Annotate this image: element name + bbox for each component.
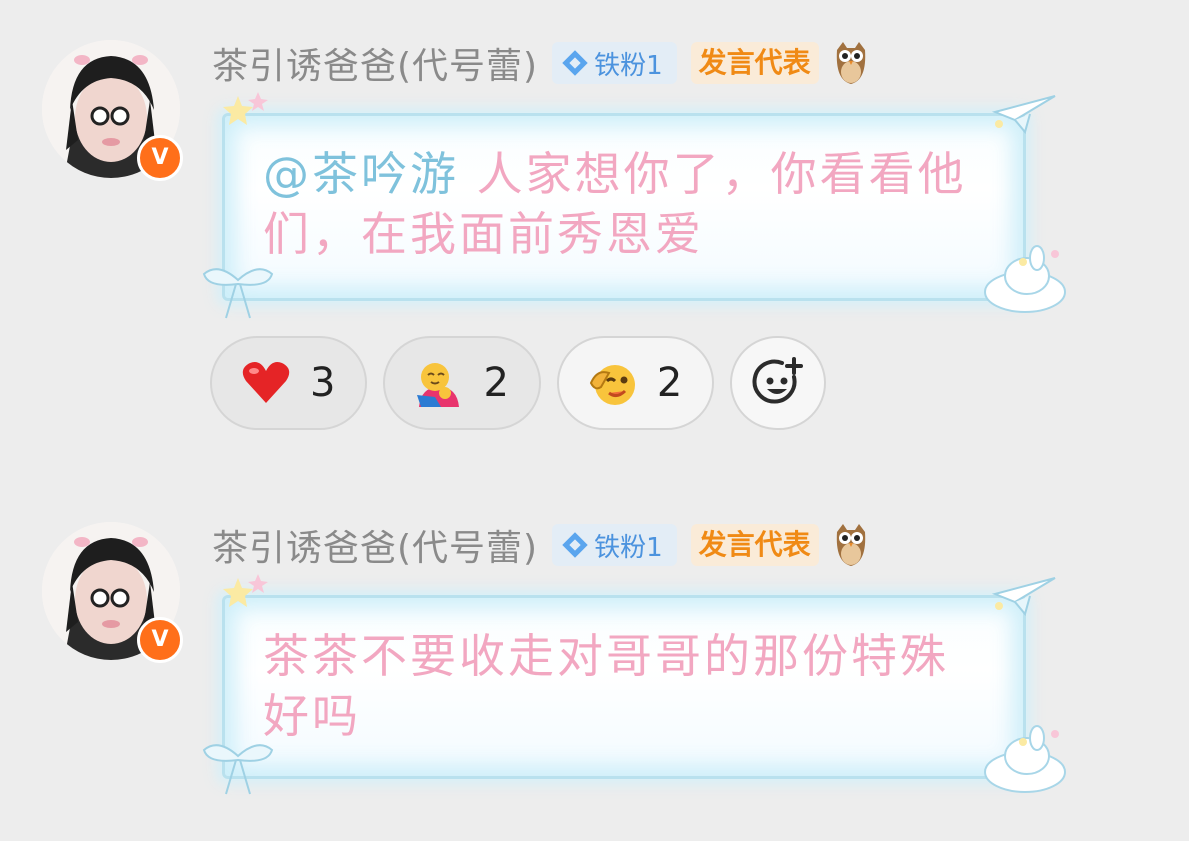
owl-icon — [836, 524, 865, 566]
paper-plane-decoration-icon — [991, 95, 1056, 135]
message-bubble[interactable]: @茶吟游 人家想你了，你看看他们，在我面前秀恩爱 — [222, 113, 1026, 301]
diamond-icon — [562, 532, 588, 558]
fan-level-badge[interactable]: 铁粉1 — [552, 42, 677, 84]
hug-emoji-icon — [417, 363, 460, 407]
reaction-count: 2 — [656, 360, 683, 406]
reaction-hug[interactable]: 2 — [383, 336, 541, 430]
verified-badge-icon: V — [137, 135, 183, 181]
owl-icon — [836, 42, 865, 84]
message-bubble[interactable]: 茶茶不要收走对哥哥的那份特殊好吗 — [222, 595, 1026, 779]
add-reaction-button[interactable] — [730, 336, 827, 430]
message-text: @茶吟游 人家想你了，你看看他们，在我面前秀恩爱 — [225, 116, 1023, 290]
avatar[interactable]: V — [42, 40, 183, 181]
heart-emoji-icon — [242, 362, 290, 403]
username[interactable]: 茶引诱爸爸(代号蕾) — [212, 519, 538, 571]
verified-badge-icon: V — [137, 617, 183, 663]
mention-link[interactable]: @茶吟游 — [263, 147, 459, 201]
role-badge[interactable]: 发言代表 — [690, 42, 819, 84]
add-emoji-icon — [752, 357, 804, 404]
star-decoration-icon — [223, 92, 268, 125]
fan-level-badge[interactable]: 铁粉1 — [552, 524, 677, 566]
username[interactable]: 茶引诱爸爸(代号蕾) — [212, 37, 538, 89]
reaction-salute[interactable]: 2 — [556, 336, 715, 430]
paper-plane-decoration-icon — [991, 577, 1056, 617]
ribbon-decoration-icon — [202, 744, 274, 795]
fan-badge-label: 铁粉1 — [594, 532, 663, 563]
reaction-count: 2 — [483, 360, 509, 406]
reaction-heart[interactable]: 3 — [210, 336, 368, 430]
role-badge[interactable]: 发言代表 — [690, 524, 819, 566]
message-text: 茶茶不要收走对哥哥的那份特殊好吗 — [263, 629, 949, 743]
fan-badge-label: 铁粉1 — [594, 50, 663, 81]
salute-wink-emoji-icon — [589, 365, 635, 405]
cloud-bunny-decoration-icon — [984, 245, 1066, 313]
reaction-bar: 3 2 2 — [210, 336, 827, 430]
avatar[interactable]: V — [42, 522, 183, 663]
message-header: 茶引诱爸爸(代号蕾) 铁粉1 发言代表 — [212, 37, 869, 89]
cloud-bunny-decoration-icon — [984, 725, 1066, 793]
ribbon-decoration-icon — [202, 268, 274, 319]
diamond-icon — [562, 50, 588, 76]
message-header: 茶引诱爸爸(代号蕾) 铁粉1 发言代表 — [212, 519, 869, 571]
reaction-count: 3 — [310, 360, 336, 406]
star-decoration-icon — [223, 574, 268, 607]
